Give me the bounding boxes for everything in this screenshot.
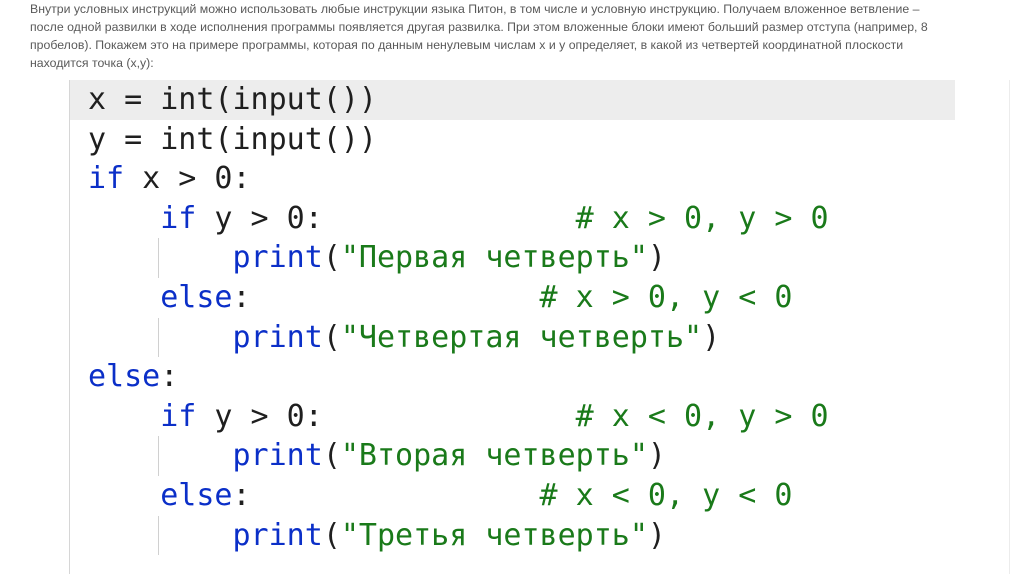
code-token: ) — [647, 240, 666, 276]
code-token: x = int(input()) — [88, 82, 377, 117]
indent-guide — [158, 238, 159, 278]
code-token: y > 0: — [196, 398, 323, 434]
code-line: else: # x < 0, y < 0 — [70, 476, 955, 516]
code-token: y = int(input()) — [88, 121, 377, 157]
code-token: ( — [322, 517, 341, 553]
code-line: print("Третья четверть") — [70, 515, 955, 556]
code-token: : — [232, 477, 251, 513]
code-line: print("Первая четверть") — [70, 238, 955, 278]
code-line: y = int(input()) — [70, 120, 955, 160]
code-token: ) — [647, 517, 666, 553]
code-token: # x < 0, y < 0 — [250, 477, 793, 513]
code-line: else: — [70, 357, 955, 397]
code-token: if — [160, 200, 197, 236]
code-line: print("Вторая четверть") — [70, 436, 955, 476]
code-token: : — [232, 279, 251, 315]
indent-guide — [158, 317, 159, 358]
code-token: ) — [647, 438, 666, 474]
code-line: if x > 0: — [70, 159, 955, 199]
code-token: else — [88, 359, 161, 395]
code-token: "Четвертая четверть" — [340, 319, 703, 355]
intro-line: после одной развилки в ходе исполнения п… — [30, 20, 928, 34]
code-line: if y > 0: # x < 0, y > 0 — [70, 397, 955, 437]
code-token: ( — [322, 319, 341, 355]
intro-line: Внутри условных инструкций можно использ… — [30, 2, 920, 16]
code-token: "Вторая четверть" — [340, 438, 648, 474]
code-token: ( — [322, 438, 341, 474]
code-token: print — [232, 240, 323, 276]
code-line: print("Четвертая четверть") — [70, 317, 955, 358]
code-block: x = int(input()) y = int(input()) if x > 0… — [70, 80, 955, 556]
code-token: # x > 0, y < 0 — [250, 279, 793, 315]
code-token: ( — [322, 240, 341, 276]
code-token: "Первая четверть" — [340, 240, 648, 276]
indent-guide — [158, 436, 159, 476]
code-token: : — [160, 359, 179, 395]
code-line: x = int(input()) — [70, 80, 955, 120]
code-token: "Третья четверть" — [340, 517, 648, 553]
code-token: # x > 0, y > 0 — [322, 200, 829, 236]
code-token: if — [88, 161, 125, 197]
code-token: print — [232, 319, 323, 355]
code-token: if — [160, 398, 197, 434]
code-line: if y > 0: # x > 0, y > 0 — [70, 199, 955, 239]
intro-line: находится точка (x,y): — [30, 56, 154, 70]
intro-paragraph: Внутри условных инструкций можно использ… — [30, 0, 990, 72]
code-token: print — [232, 438, 323, 474]
code-token: else — [160, 279, 233, 315]
code-token: x > 0: — [124, 161, 251, 197]
indent-guide — [158, 515, 159, 556]
code-block-right-border — [1009, 80, 1010, 574]
code-token: y > 0: — [196, 200, 323, 236]
code-token: print — [232, 517, 323, 553]
code-token: # x < 0, y > 0 — [322, 398, 829, 434]
code-token: ) — [702, 319, 721, 355]
intro-line: пробелов). Покажем это на примере програ… — [30, 38, 904, 52]
code-line: else: # x > 0, y < 0 — [70, 278, 955, 318]
code-token: else — [160, 477, 233, 513]
